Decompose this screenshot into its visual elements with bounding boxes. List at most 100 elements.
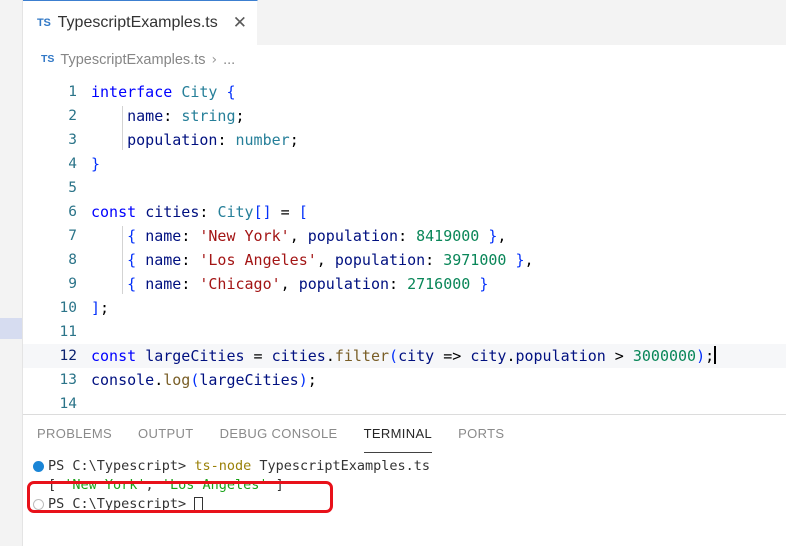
code-editor[interactable]: 1 interface City {2 name: string; 3 popula… [23, 74, 786, 414]
bottom-panel: PROBLEMS OUTPUT DEBUG CONSOLE TERMINAL PORTS… [23, 414, 786, 546]
code-token: : [163, 107, 182, 125]
code-line[interactable]: 11 [23, 320, 786, 344]
code-token: 8419000 [416, 227, 480, 245]
command-decoration-success-icon[interactable] [33, 461, 44, 472]
code-line[interactable]: 2 name: string; [23, 104, 786, 128]
code-token: largeCities [145, 347, 245, 365]
overview-ruler-current-line-marker [0, 318, 22, 339]
code-token: name [127, 107, 164, 125]
close-icon[interactable]: ✕ [233, 14, 247, 32]
code-text: } [91, 152, 100, 176]
code-token: => [434, 347, 471, 365]
code-text: name: string; [91, 104, 244, 128]
code-token: { [226, 83, 236, 101]
typescript-file-icon: TS [37, 16, 51, 29]
command-decoration-pending-icon[interactable] [33, 499, 44, 510]
breadcrumb: TS TypescriptExamples.ts › ... [23, 45, 786, 74]
code-line[interactable]: 5 [23, 176, 786, 200]
code-token: city [398, 347, 435, 365]
code-line[interactable]: 7 { name: 'New York', population: 841900… [23, 224, 786, 248]
code-line[interactable]: 12 const largeCities = cities.filter(city… [23, 344, 786, 368]
editor-tab-bar: TS TypescriptExamples.ts ✕ [23, 0, 786, 45]
code-line[interactable]: 13 console.log(largeCities); [23, 368, 786, 392]
chevron-right-icon: › [211, 51, 218, 68]
terminal-text: [ [48, 477, 65, 493]
code-token: : [389, 275, 408, 293]
line-number: 7 [68, 228, 77, 244]
terminal-text: PS C:\Typescript> [48, 496, 195, 512]
code-token: 3000000 [632, 347, 697, 365]
panel-tab-ports[interactable]: PORTS [458, 415, 504, 453]
code-token: ) [696, 347, 706, 365]
code-token: population [334, 251, 426, 269]
typescript-file-icon: TS [41, 53, 55, 66]
terminal-text: 'Los Angeles' [161, 477, 268, 493]
code-text: const cities: City[] = [ [91, 200, 308, 224]
terminal-text: , [145, 477, 162, 493]
code-line[interactable]: 14 [23, 392, 786, 414]
code-token: string [181, 107, 236, 125]
editor-tab-typescriptexamples[interactable]: TS TypescriptExamples.ts ✕ [23, 0, 258, 45]
code-text: { name: 'New York', population: 8419000 … [91, 224, 506, 248]
code-line[interactable]: 10]; [23, 296, 786, 320]
code-token: : [181, 227, 200, 245]
code-line[interactable]: 1 interface City { [23, 80, 786, 104]
code-token: , [497, 227, 507, 245]
code-token: 'New York' [199, 227, 290, 245]
panel-tab-bar: PROBLEMS OUTPUT DEBUG CONSOLE TERMINAL PORTS [23, 415, 786, 453]
code-line[interactable]: 9 { name: 'Chicago', population: 2716000… [23, 272, 786, 296]
terminal-line: PS C:\Typescript> ts-node TypescriptExam… [33, 457, 786, 476]
code-lines: 1 interface City {2 name: string; 3 popula… [23, 80, 786, 414]
code-token: , [316, 251, 335, 269]
code-token: { [127, 275, 137, 293]
code-token: ( [389, 347, 399, 365]
code-token: name [145, 275, 182, 293]
breadcrumb-item-file[interactable]: TypescriptExamples.ts [60, 52, 205, 68]
code-token: log [163, 371, 191, 389]
code-token: . [154, 371, 164, 389]
terminal-text: 'New York' [64, 477, 146, 493]
code-token: ] [91, 299, 101, 317]
code-line[interactable]: 8 { name: 'Los Angeles', population: 397… [23, 248, 786, 272]
line-number: 3 [68, 132, 77, 148]
terminal-text: TypescriptExamples.ts [251, 458, 431, 474]
terminal-line: PS C:\Typescript> [33, 495, 786, 514]
panel-tab-output[interactable]: OUTPUT [138, 415, 194, 453]
code-token: 'Los Angeles' [199, 251, 317, 269]
code-token: name [145, 227, 182, 245]
code-token: ; [307, 371, 317, 389]
breadcrumb-item-overflow[interactable]: ... [223, 52, 235, 68]
command-decoration-none-icon [33, 480, 44, 491]
code-token: , [289, 227, 308, 245]
code-token: ; [100, 299, 110, 317]
terminal-output[interactable]: PS C:\Typescript> ts-node TypescriptExam… [23, 453, 786, 546]
code-token: 2716000 [407, 275, 471, 293]
code-token: . [325, 347, 335, 365]
code-line[interactable]: 4} [23, 152, 786, 176]
code-token: City [217, 203, 254, 221]
code-token: cities [145, 203, 200, 221]
terminal-text: PS C:\Typescript> [48, 458, 195, 474]
line-number: 4 [68, 156, 77, 172]
code-token: 3971000 [443, 251, 507, 269]
panel-tab-problems[interactable]: PROBLEMS [37, 415, 112, 453]
panel-tab-terminal[interactable]: TERMINAL [363, 415, 433, 453]
code-token: population [127, 131, 218, 149]
code-token: ; [289, 131, 299, 149]
code-token: = [244, 347, 272, 365]
code-token: interface [91, 83, 173, 101]
code-token: number [235, 131, 290, 149]
code-line[interactable]: 3 population: number; [23, 128, 786, 152]
code-token: > [605, 347, 633, 365]
line-number: 13 [59, 372, 77, 388]
line-number: 6 [68, 204, 77, 220]
code-line[interactable]: 6 const cities: City[] = [ [23, 200, 786, 224]
panel-tab-debug-console[interactable]: DEBUG CONSOLE [220, 415, 338, 453]
code-token: population [307, 227, 399, 245]
code-token: : [217, 131, 236, 149]
indent-guide [122, 106, 123, 150]
